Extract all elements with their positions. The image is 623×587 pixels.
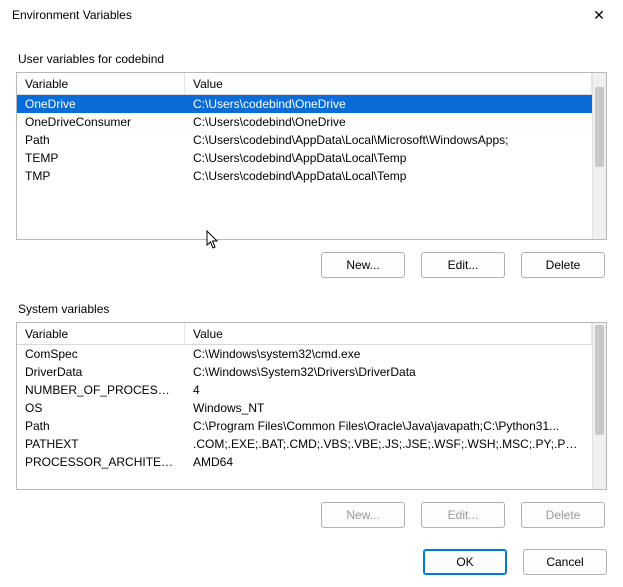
user-new-button[interactable]: New... — [321, 252, 405, 278]
cell-variable: OneDriveConsumer — [17, 115, 185, 129]
cell-value: AMD64 — [185, 455, 592, 469]
table-row[interactable]: DriverDataC:\Windows\System32\Drivers\Dr… — [17, 363, 592, 381]
table-row[interactable]: PathC:\Users\codebind\AppData\Local\Micr… — [17, 131, 592, 149]
table-row[interactable]: ComSpecC:\Windows\system32\cmd.exe — [17, 345, 592, 363]
window-title: Environment Variables — [12, 8, 132, 22]
system-list-header: Variable Value — [17, 323, 592, 345]
column-header-variable[interactable]: Variable — [17, 323, 185, 344]
cell-value: 4 — [185, 383, 592, 397]
cell-value: C:\Users\codebind\AppData\Local\Temp — [185, 169, 592, 183]
cell-variable: OS — [17, 401, 185, 415]
user-variables-label: User variables for codebind — [18, 52, 607, 66]
scrollbar-thumb[interactable] — [595, 325, 604, 435]
table-row[interactable]: PROCESSOR_ARCHITECTUREAMD64 — [17, 453, 592, 471]
table-row[interactable]: NUMBER_OF_PROCESSORS4 — [17, 381, 592, 399]
cancel-button[interactable]: Cancel — [523, 549, 607, 575]
user-delete-button[interactable]: Delete — [521, 252, 605, 278]
cell-variable: OneDrive — [17, 97, 185, 111]
cell-value: C:\Users\codebind\OneDrive — [185, 97, 592, 111]
system-variables-label: System variables — [18, 302, 607, 316]
user-variables-list[interactable]: Variable Value OneDriveC:\Users\codebind… — [16, 72, 607, 240]
column-header-value[interactable]: Value — [185, 73, 592, 94]
cell-variable: PATHEXT — [17, 437, 185, 451]
cell-variable: PROCESSOR_ARCHITECTURE — [17, 455, 185, 469]
table-row[interactable]: TMPC:\Users\codebind\AppData\Local\Temp — [17, 167, 592, 185]
column-header-variable[interactable]: Variable — [17, 73, 185, 94]
cell-variable: Path — [17, 133, 185, 147]
close-icon[interactable]: ✕ — [587, 3, 611, 27]
column-header-value[interactable]: Value — [185, 323, 592, 344]
system-new-button[interactable]: New... — [321, 502, 405, 528]
cell-variable: NUMBER_OF_PROCESSORS — [17, 383, 185, 397]
cell-variable: ComSpec — [17, 347, 185, 361]
cell-value: C:\Program Files\Common Files\Oracle\Jav… — [185, 419, 592, 433]
table-row[interactable]: OneDriveConsumerC:\Users\codebind\OneDri… — [17, 113, 592, 131]
titlebar: Environment Variables ✕ — [0, 0, 623, 30]
table-row[interactable]: TEMPC:\Users\codebind\AppData\Local\Temp — [17, 149, 592, 167]
cell-variable: TEMP — [17, 151, 185, 165]
user-list-header: Variable Value — [17, 73, 592, 95]
system-delete-button[interactable]: Delete — [521, 502, 605, 528]
cell-value: C:\Users\codebind\AppData\Local\Microsof… — [185, 133, 592, 147]
table-row[interactable]: OneDriveC:\Users\codebind\OneDrive — [17, 95, 592, 113]
cell-value: C:\Users\codebind\AppData\Local\Temp — [185, 151, 592, 165]
table-row[interactable]: OSWindows_NT — [17, 399, 592, 417]
cell-variable: TMP — [17, 169, 185, 183]
user-edit-button[interactable]: Edit... — [421, 252, 505, 278]
table-row[interactable]: PATHEXT.COM;.EXE;.BAT;.CMD;.VBS;.VBE;.JS… — [17, 435, 592, 453]
cell-variable: Path — [17, 419, 185, 433]
table-row[interactable]: PathC:\Program Files\Common Files\Oracle… — [17, 417, 592, 435]
cell-value: C:\Windows\system32\cmd.exe — [185, 347, 592, 361]
system-variables-list[interactable]: Variable Value ComSpecC:\Windows\system3… — [16, 322, 607, 490]
system-list-scrollbar[interactable] — [592, 323, 606, 489]
scrollbar-thumb[interactable] — [595, 87, 604, 167]
cell-value: .COM;.EXE;.BAT;.CMD;.VBS;.VBE;.JS;.JSE;.… — [185, 437, 592, 451]
cell-value: C:\Windows\System32\Drivers\DriverData — [185, 365, 592, 379]
ok-button[interactable]: OK — [423, 549, 507, 575]
user-list-scrollbar[interactable] — [592, 73, 606, 239]
cell-value: C:\Users\codebind\OneDrive — [185, 115, 592, 129]
cell-variable: DriverData — [17, 365, 185, 379]
system-edit-button[interactable]: Edit... — [421, 502, 505, 528]
cell-value: Windows_NT — [185, 401, 592, 415]
